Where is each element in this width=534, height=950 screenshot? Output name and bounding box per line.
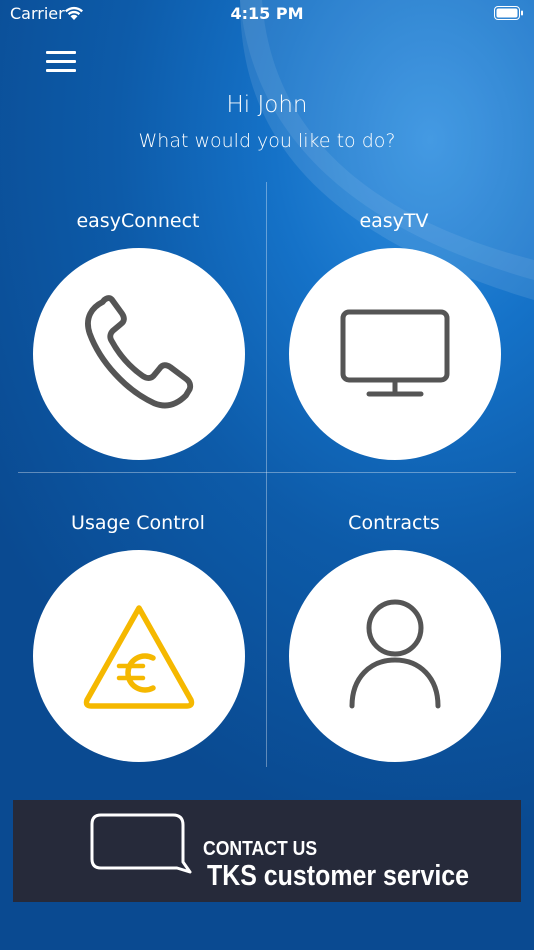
usage-control-button[interactable] [33,550,245,762]
contracts-button[interactable] [289,550,501,762]
tile-label-easyconnect: easyConnect [76,210,200,232]
chat-bubble-icon [90,813,192,874]
tile-label-easytv: easyTV [359,210,429,232]
easytv-button[interactable] [289,248,501,460]
status-time: 4:15 PM [230,4,304,23]
easyconnect-button[interactable] [33,248,245,460]
contact-us-banner[interactable]: CONTACT US TKS customer service [13,800,521,902]
grid-divider-vertical [266,182,267,767]
subtitle: What would you like to do? [138,130,396,152]
person-icon [349,599,441,709]
hamburger-menu-icon[interactable] [46,49,76,75]
tile-label-usage-control: Usage Control [71,512,205,534]
status-bar: Carrier 4:15 PM [0,0,534,28]
battery-icon [494,6,523,20]
tv-icon [340,309,450,397]
tile-label-contracts: Contracts [348,512,440,534]
customer-service-label: TKS customer service [207,860,470,892]
grid-divider-horizontal [18,472,516,473]
greeting: Hi John [226,92,308,118]
euro-warning-icon [83,605,195,709]
contact-us-label: CONTACT US [203,838,318,860]
phone-icon [85,295,194,409]
